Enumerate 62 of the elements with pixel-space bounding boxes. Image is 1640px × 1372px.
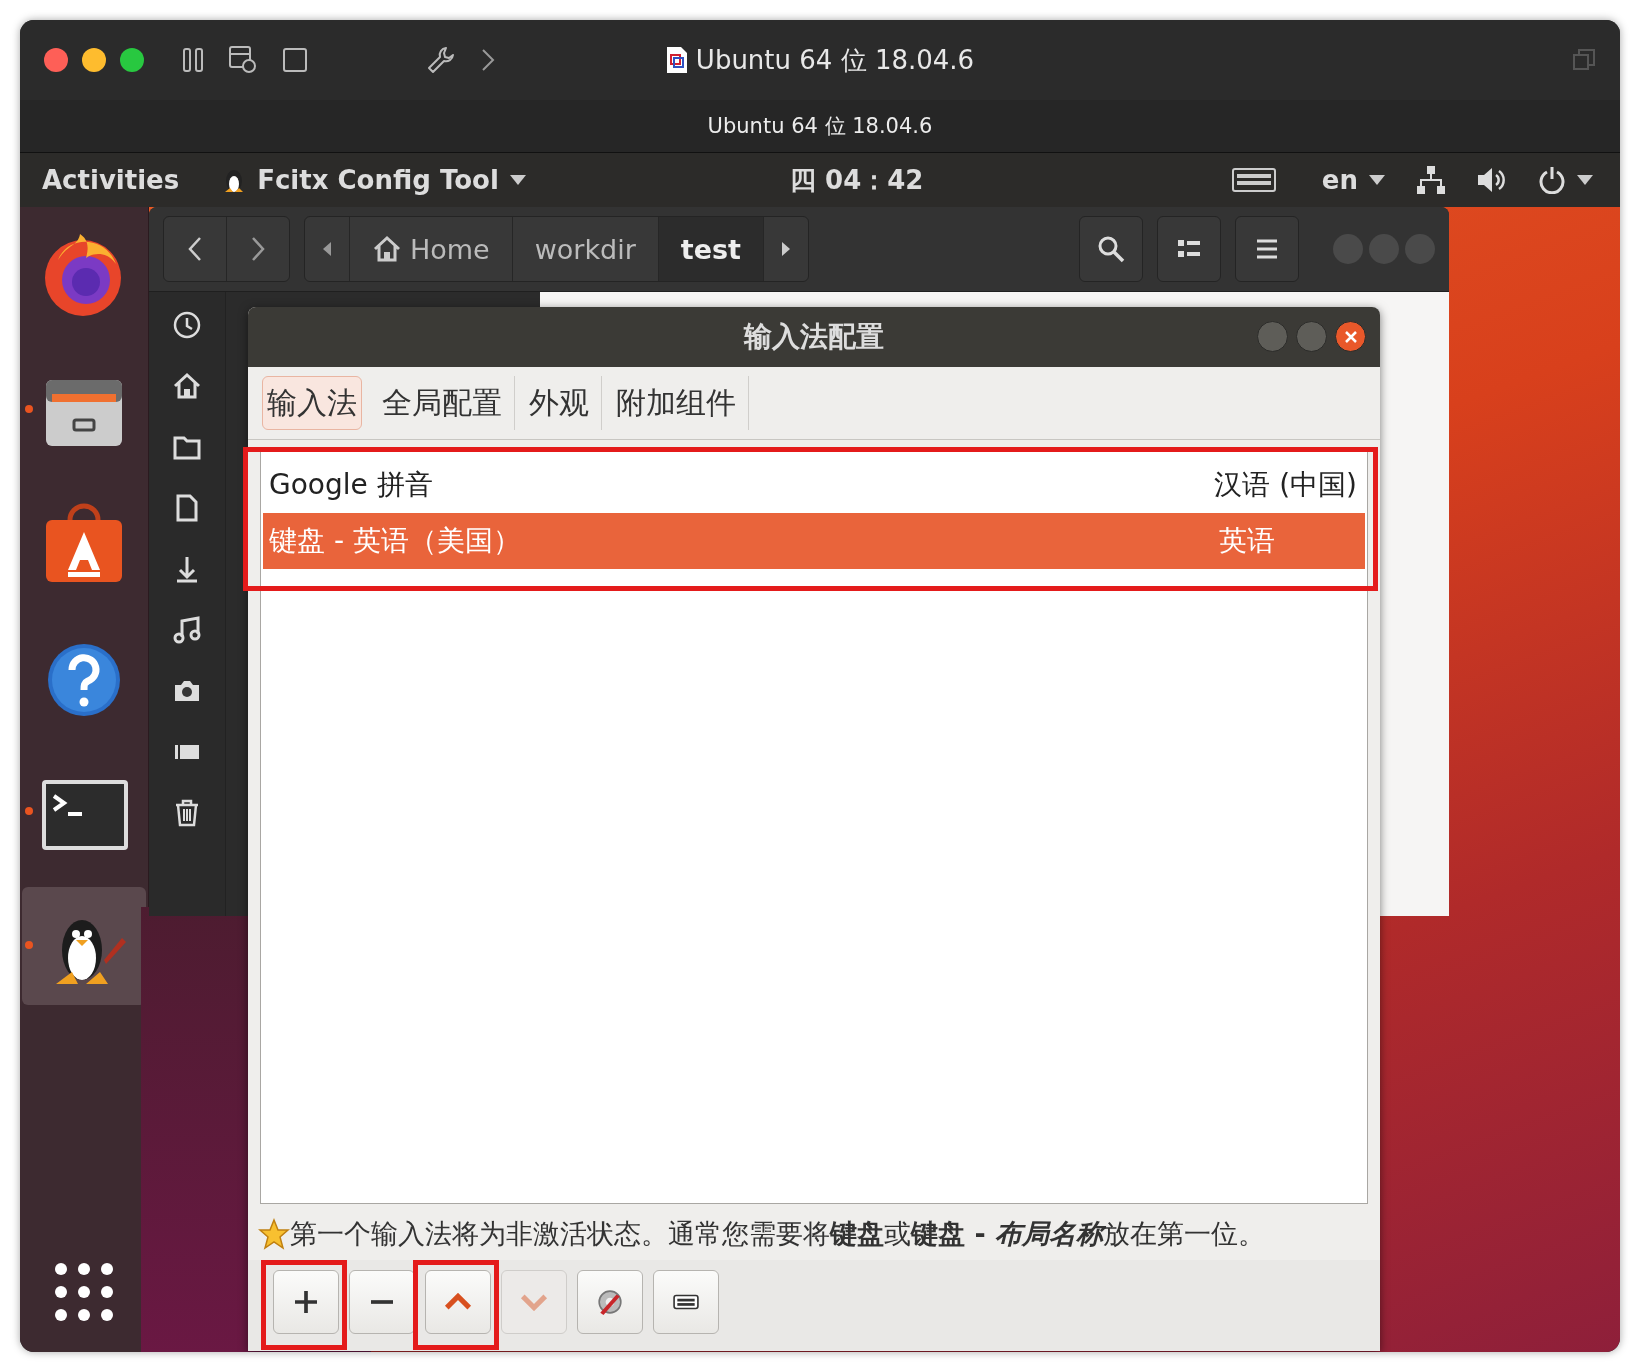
pause-icon[interactable]	[182, 47, 204, 73]
dialog-title: 输入法配置	[744, 319, 884, 355]
star-icon	[258, 1218, 290, 1250]
wrench-icon[interactable]	[426, 45, 456, 75]
power-icon	[1538, 166, 1566, 194]
hint-text: 第一个输入法将为非激活状态。通常您需要将键盘或键盘 - 布局名称放在第一位。	[290, 1217, 1265, 1251]
input-method-name: Google 拼音	[269, 467, 433, 503]
clock[interactable]: 四 04：42	[790, 153, 924, 207]
window-subtitle: Ubuntu 64 位 18.04.6	[707, 113, 933, 140]
zoom-button[interactable]	[120, 48, 144, 72]
dropdown-icon	[508, 174, 527, 186]
activities-button[interactable]: Activities	[42, 165, 180, 195]
tab[interactable]: 输入法	[262, 376, 362, 430]
back-icon	[187, 236, 203, 262]
keyboard-icon[interactable]	[1231, 168, 1276, 192]
minus-icon	[371, 1300, 393, 1304]
clock-icon[interactable]	[172, 310, 202, 340]
path-crumb[interactable]: workdir	[512, 217, 659, 281]
system-menu[interactable]	[1538, 166, 1594, 194]
wrench-gear-icon	[597, 1289, 623, 1315]
input-method-name: 键盘 - 英语（美国）	[269, 523, 521, 559]
left-arrow-icon	[322, 241, 332, 257]
music-icon[interactable]	[172, 615, 202, 645]
path-crumb[interactable]: test	[658, 217, 765, 281]
chevron-right-icon[interactable]	[480, 47, 496, 73]
close-icon	[1343, 329, 1358, 344]
add-button[interactable]	[273, 1270, 339, 1334]
tab[interactable]: 外观	[517, 376, 602, 430]
network-icon[interactable]	[1416, 165, 1446, 195]
right-arrow-icon	[781, 241, 792, 257]
dropdown-icon	[1368, 174, 1386, 186]
language-label: 汉语 (中国)	[1214, 467, 1357, 503]
path-crumb[interactable]: Home	[350, 217, 513, 281]
menu-icon	[1256, 238, 1278, 260]
remove-button[interactable]	[349, 1270, 415, 1334]
window-title: Ubuntu 64 位 18.04.6	[695, 43, 975, 77]
app-menu[interactable]: Fcitx Config Tool	[221, 165, 527, 195]
home-icon	[372, 235, 402, 263]
close-button[interactable]	[1335, 321, 1366, 352]
tab[interactable]: 附加组件	[604, 376, 749, 430]
app-grid-icon[interactable]	[53, 1261, 115, 1323]
chevron-down-icon	[520, 1293, 548, 1311]
language-label: 英语	[1219, 523, 1276, 559]
document-icon	[665, 46, 688, 74]
input-menu[interactable]: en	[1321, 165, 1386, 195]
configure-button[interactable]	[577, 1270, 643, 1334]
up-button[interactable]	[425, 1270, 491, 1334]
search-icon	[1097, 235, 1125, 263]
dropdown-icon	[1576, 174, 1594, 186]
plus-icon	[295, 1291, 317, 1313]
snapshot-icon[interactable]	[228, 45, 258, 75]
volume-icon[interactable]	[1476, 166, 1508, 194]
dock-item[interactable]	[22, 887, 146, 1005]
forward-icon	[250, 236, 266, 262]
keyboard-button[interactable]	[653, 1270, 719, 1334]
list-view-icon	[1177, 238, 1201, 260]
window-icon[interactable]	[282, 47, 308, 73]
tab[interactable]: 全局配置	[370, 376, 515, 430]
list-row[interactable]: Google 拼音 汉语 (中国)	[263, 457, 1365, 513]
minimize-button[interactable]	[82, 48, 106, 72]
chevron-up-icon	[444, 1293, 472, 1311]
home-icon[interactable]	[172, 371, 202, 401]
